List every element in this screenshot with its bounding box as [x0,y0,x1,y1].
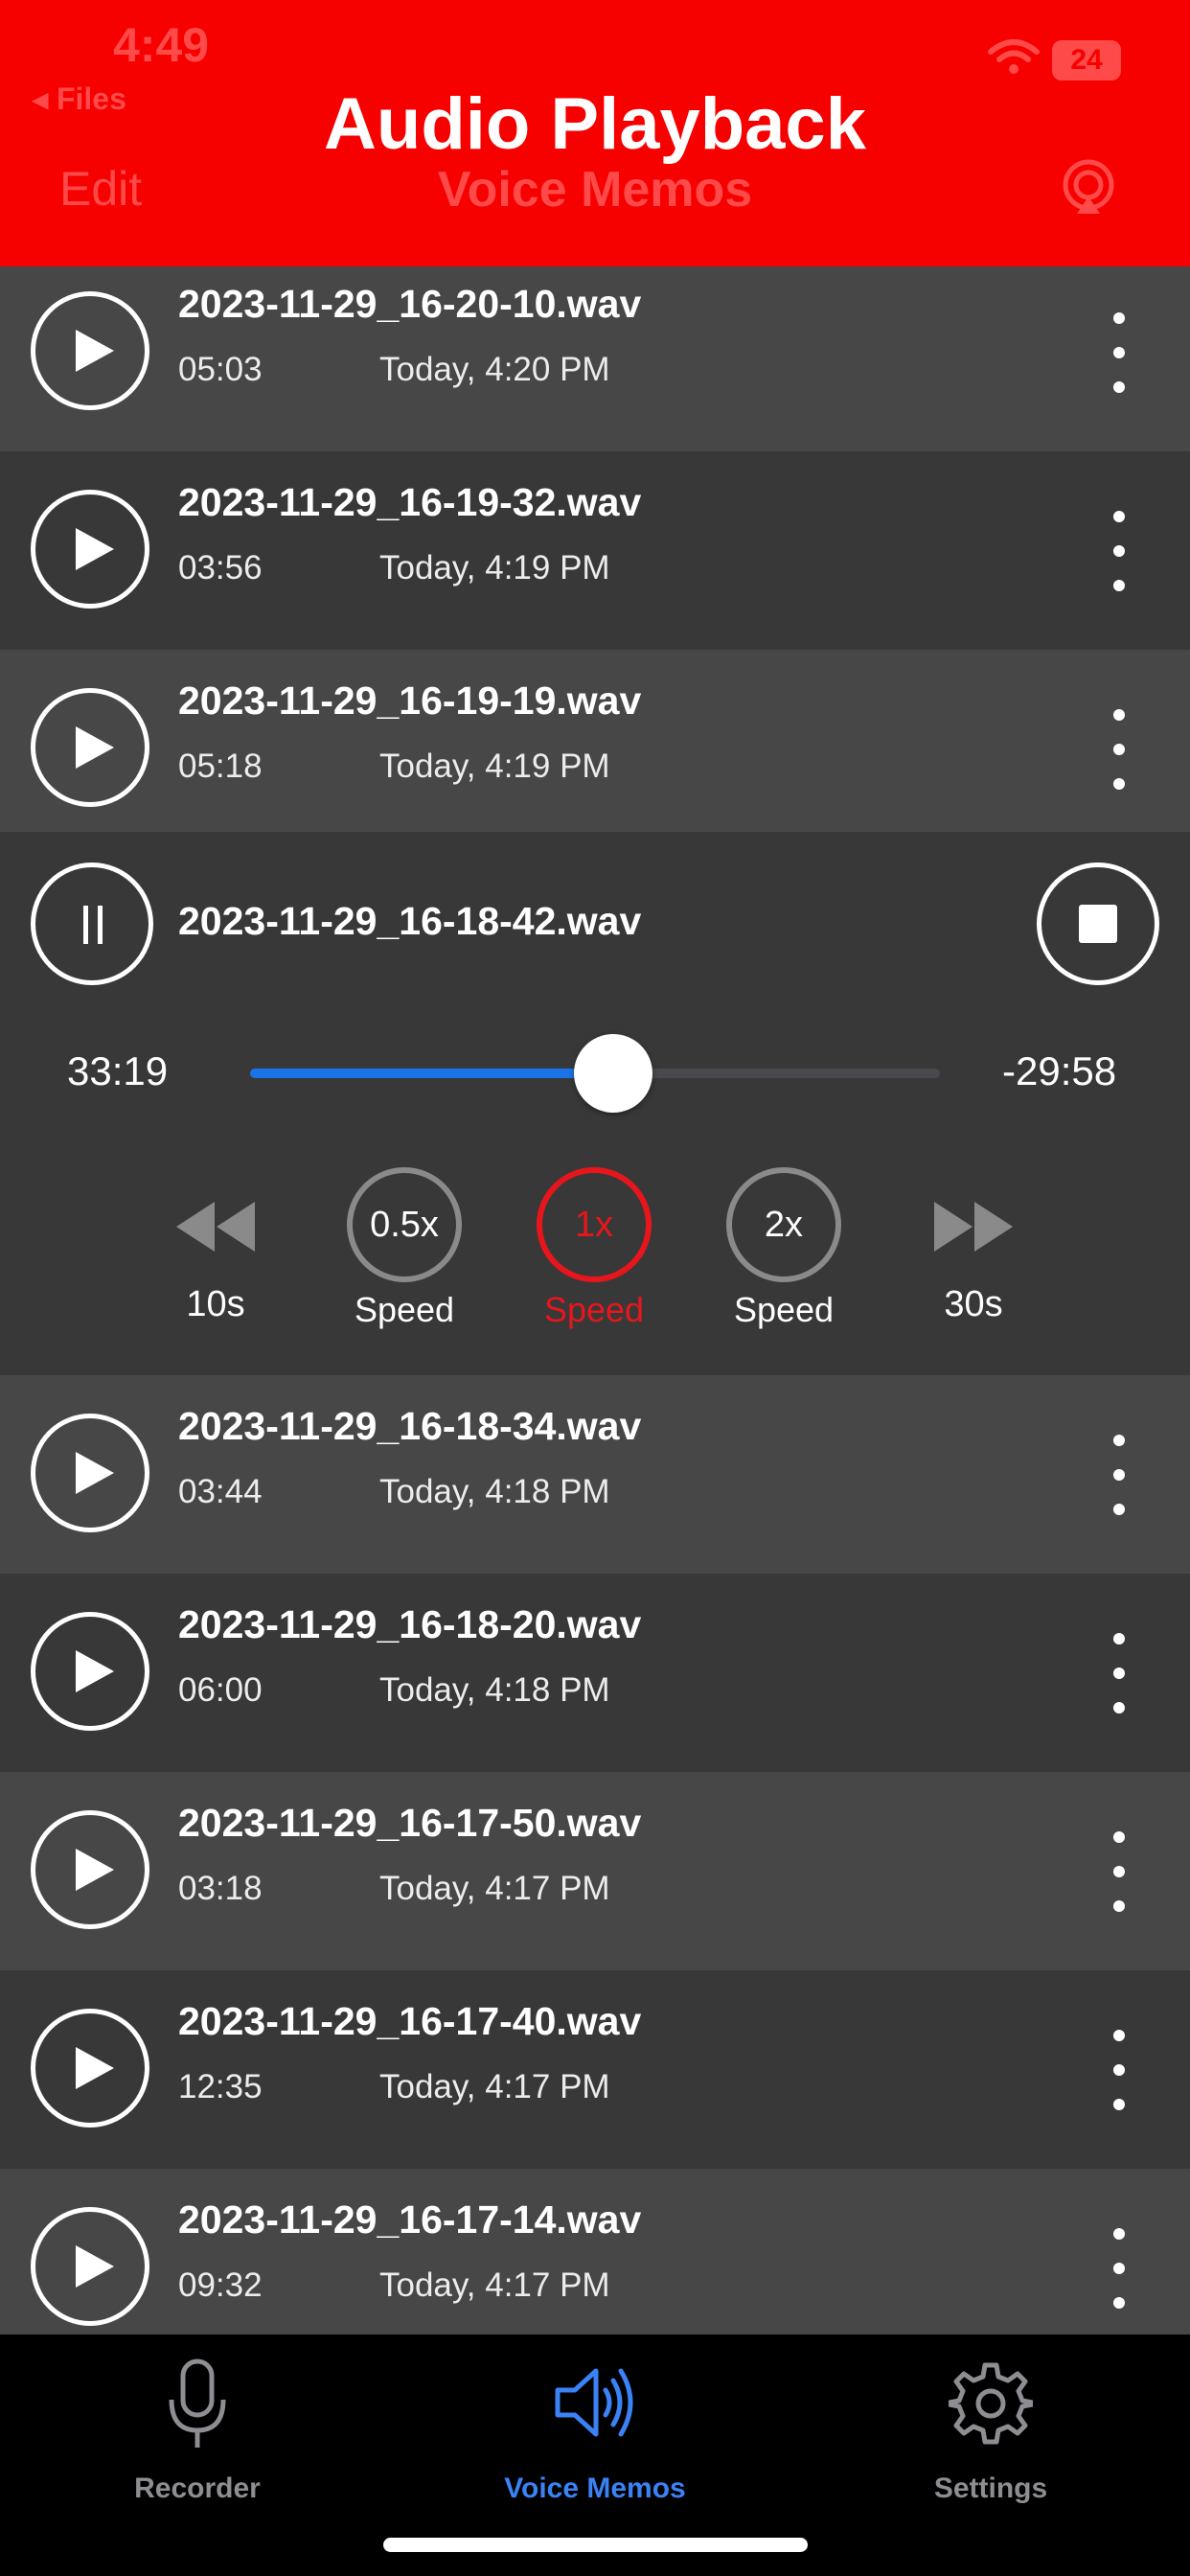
pause-button[interactable] [31,862,153,985]
recording-row[interactable]: 2023-11-29_16-18-34.wav 03:44 Today, 4:1… [0,1375,1190,1574]
speed-2x-value: 2x [726,1167,841,1282]
play-icon [76,1650,114,1692]
recording-row[interactable]: 2023-11-29_16-18-20.wav 06:00 Today, 4:1… [0,1574,1190,1772]
playback-panel: 2023-11-29_16-18-42.wav 33:19 -29:58 10s… [0,832,1190,1375]
recording-name: 2023-11-29_16-17-14.wav [178,2197,642,2242]
recording-name: 2023-11-29_16-18-20.wav [178,1602,642,1646]
rewind-label: 10s [186,1284,245,1324]
more-options-icon[interactable] [1102,1829,1136,1914]
play-icon [76,330,114,372]
more-options-icon[interactable] [1102,2028,1136,2112]
recording-row[interactable]: 2023-11-29_16-20-10.wav 05:03 Today, 4:2… [0,266,1190,451]
header-bar: 4:49 ◂ Files 24 Edit Voice Memos Audio P… [0,0,1190,266]
play-icon [76,2047,114,2089]
play-icon [76,1849,114,1891]
play-icon [76,726,114,769]
recording-date: Today, 4:17 PM [379,2266,610,2304]
play-button[interactable] [31,1414,149,1532]
recording-date: Today, 4:18 PM [379,1473,610,1510]
forward-label: 30s [944,1284,1003,1324]
recording-duration: 03:18 [178,1870,263,1907]
speed-1x-button[interactable]: 1x Speed [517,1167,671,1330]
tab-label-voice-memos: Voice Memos [504,2472,686,2504]
recording-name: 2023-11-29_16-17-40.wav [178,1999,642,2043]
more-options-icon[interactable] [1102,310,1136,395]
home-indicator [383,2538,808,2552]
remaining-time: -29:58 [1002,1048,1117,1093]
tab-bar: Recorder Voice Memos Settings [0,2334,1190,2576]
play-icon [76,1452,114,1494]
recording-date: Today, 4:19 PM [379,549,610,586]
recording-date: Today, 4:17 PM [379,2068,610,2105]
recording-name: 2023-11-29_16-19-32.wav [178,480,642,524]
tab-label-settings: Settings [933,2472,1048,2504]
pause-icon [83,906,88,944]
play-button[interactable] [31,2009,149,2128]
speed-0.5x-button[interactable]: 0.5x Speed [328,1167,481,1330]
recording-date: Today, 4:17 PM [379,1870,610,1907]
play-button[interactable] [31,1810,149,1929]
more-options-icon[interactable] [1102,1631,1136,1715]
speaker-icon [555,2368,633,2437]
recording-duration: 05:03 [178,351,263,388]
recording-duration: 09:32 [178,2266,263,2304]
fast-forward-icon [934,1202,1013,1252]
underlying-title: Voice Memos [437,162,753,218]
forward-30s-button[interactable]: 30s [897,1167,1050,1324]
recordings-list[interactable]: 2023-11-29_16-20-10.wav 05:03 Today, 4:2… [0,266,1190,2334]
airplay-icon[interactable] [1060,158,1117,216]
play-icon [76,528,114,570]
recording-duration: 05:18 [178,748,263,785]
more-options-icon[interactable] [1102,707,1136,792]
play-button[interactable] [31,2207,149,2326]
elapsed-time: 33:19 [67,1048,169,1093]
recording-row[interactable]: 2023-11-29_16-17-40.wav 12:35 Today, 4:1… [0,1970,1190,2169]
play-button[interactable] [31,490,149,609]
recording-name: 2023-11-29_16-19-19.wav [178,678,642,723]
gear-icon [949,2362,1033,2445]
recording-duration: 03:44 [178,1473,263,1510]
speed-0.5x-label: Speed [354,1290,455,1329]
speed-0.5x-value: 0.5x [347,1167,462,1282]
play-button[interactable] [31,291,149,410]
play-button[interactable] [31,1612,149,1731]
rewind-10s-button[interactable]: 10s [139,1167,292,1324]
tab-label-recorder: Recorder [134,2472,261,2504]
recording-duration: 06:00 [178,1671,263,1709]
speed-2x-label: Speed [733,1290,835,1329]
recording-name: 2023-11-29_16-20-10.wav [178,282,642,326]
recording-name: 2023-11-29_16-18-34.wav [178,1404,642,1448]
slider-progress [250,1069,613,1078]
wifi-icon [988,39,1040,74]
slider-thumb[interactable] [573,1034,652,1113]
more-options-icon[interactable] [1102,509,1136,593]
recording-date: Today, 4:19 PM [379,748,610,785]
play-button[interactable] [31,688,149,807]
battery-icon: 24 [1052,40,1121,80]
stop-icon [1079,905,1117,943]
playing-recording-name: 2023-11-29_16-18-42.wav [178,899,642,943]
recording-name: 2023-11-29_16-17-50.wav [178,1801,642,1845]
speed-2x-button[interactable]: 2x Speed [707,1167,860,1330]
play-icon [76,2245,114,2288]
recording-row[interactable]: 2023-11-29_16-17-50.wav 03:18 Today, 4:1… [0,1772,1190,1970]
playback-slider[interactable] [250,1034,940,1113]
recording-date: Today, 4:18 PM [379,1671,610,1709]
page-title: Audio Playback [324,83,866,165]
more-options-icon[interactable] [1102,1433,1136,1517]
rewind-icon [176,1202,255,1252]
microphone-icon [169,2358,226,2448]
recording-duration: 12:35 [178,2068,263,2105]
recording-duration: 03:56 [178,549,263,586]
recording-row[interactable]: 2023-11-29_16-17-14.wav 09:32 Today, 4:1… [0,2169,1190,2334]
speed-1x-value: 1x [537,1167,652,1282]
speed-1x-label: Speed [543,1290,645,1329]
recording-row[interactable]: 2023-11-29_16-19-19.wav 05:18 Today, 4:1… [0,650,1190,848]
status-time: 4:49 [113,18,210,72]
recording-date: Today, 4:20 PM [379,351,610,388]
recording-row[interactable]: 2023-11-29_16-19-32.wav 03:56 Today, 4:1… [0,451,1190,650]
more-options-icon[interactable] [1102,2226,1136,2311]
stop-button[interactable] [1037,862,1159,985]
